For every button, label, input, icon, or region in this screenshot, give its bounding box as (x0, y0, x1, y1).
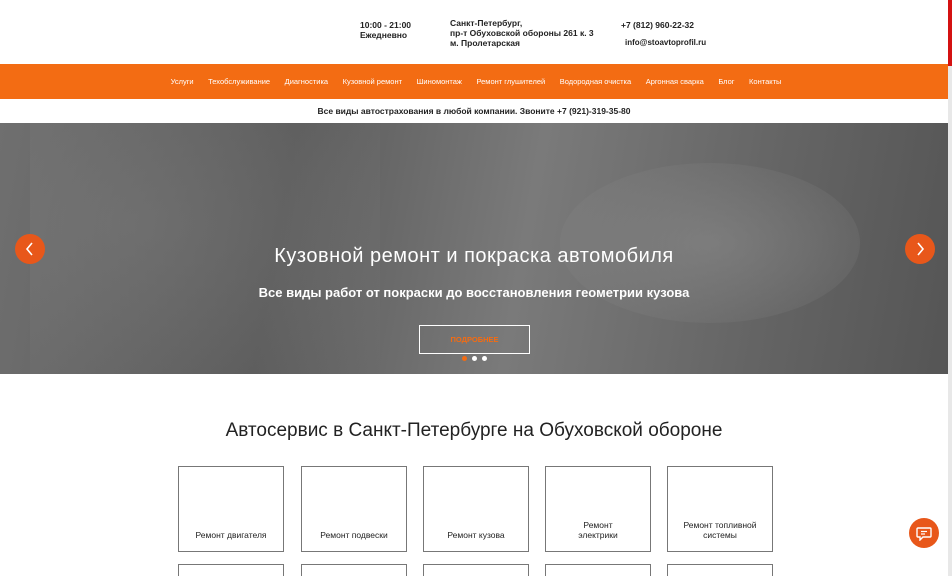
hero-subtitle: Все виды работ от покраски до восстановл… (258, 285, 690, 300)
top-header: 10:00 - 21:00 Ежедневно Санкт-Петербург,… (0, 0, 952, 64)
nav-item-services[interactable]: Услуги (171, 77, 194, 86)
service-card-fuel-system[interactable]: Ремонт топливной системы (667, 466, 773, 552)
service-card-label: Ремонт кузова (447, 530, 505, 540)
email-link[interactable]: info@stoavtoprofil.ru (625, 38, 706, 47)
slider-dot-3[interactable] (482, 356, 487, 361)
slider-dot-1[interactable] (462, 356, 467, 361)
nav-item-hydrogen-cleaning[interactable]: Водородная очистка (560, 77, 631, 86)
service-card-label: Ремонт электрики (578, 520, 618, 540)
phone-link[interactable]: +7 (812) 960-22-32 (621, 20, 694, 30)
service-card-row2-4[interactable] (545, 564, 651, 576)
nav-item-maintenance[interactable]: Техобслуживание (208, 77, 270, 86)
address-city: Санкт-Петербург, (450, 18, 523, 28)
service-card-row2-1[interactable] (178, 564, 284, 576)
address: Санкт-Петербург, пр-т Обуховской обороны… (450, 18, 594, 48)
service-card-suspension[interactable]: Ремонт подвески (301, 466, 407, 552)
service-card-engine[interactable]: Ремонт двигателя (178, 466, 284, 552)
service-card-row2-5[interactable] (667, 564, 773, 576)
chevron-left-icon (25, 242, 33, 256)
nav-item-tire-service[interactable]: Шиномонтаж (417, 77, 462, 86)
nav-item-diagnostics[interactable]: Диагностика (285, 77, 328, 86)
service-card-row2-2[interactable] (301, 564, 407, 576)
scrollbar-thumb[interactable] (948, 0, 952, 66)
chat-widget-button[interactable] (909, 518, 939, 548)
service-card-body[interactable]: Ремонт кузова (423, 466, 529, 552)
nav-item-contacts[interactable]: Контакты (749, 77, 781, 86)
service-card-electrics[interactable]: Ремонт электрики (545, 466, 651, 552)
service-card-label: Ремонт топливной системы (683, 520, 757, 540)
service-card-label: Ремонт подвески (320, 530, 388, 540)
working-hours: 10:00 - 21:00 Ежедневно (360, 20, 411, 40)
nav-item-argon-welding[interactable]: Аргонная сварка (646, 77, 704, 86)
hours-text: 10:00 - 21:00 (360, 20, 412, 30)
days-text: Ежедневно (360, 30, 408, 40)
slider-dot-2[interactable] (472, 356, 477, 361)
scrollbar-track[interactable] (948, 0, 952, 576)
nav-item-blog[interactable]: Блог (718, 77, 734, 86)
more-button[interactable]: ПОДРОБНЕЕ (419, 325, 530, 354)
address-metro: м. Пролетарская (450, 38, 520, 48)
slider-prev-button[interactable] (15, 234, 45, 264)
services-title: Автосервис в Санкт-Петербурге на Обуховс… (225, 420, 723, 441)
hero-title: Кузовной ремонт и покраска автомобиля (274, 245, 674, 267)
nav-item-body-repair[interactable]: Кузовной ремонт (343, 77, 402, 86)
service-card-row2-3[interactable] (423, 564, 529, 576)
nav-item-muffler-repair[interactable]: Ремонт глушителей (476, 77, 545, 86)
address-street: пр-т Обуховской обороны 261 к. 3 (450, 28, 594, 38)
slider-dots (462, 356, 487, 361)
promo-banner: Все виды автострахования в любой компани… (317, 106, 631, 116)
chevron-right-icon (917, 242, 925, 256)
chat-icon (916, 527, 932, 541)
main-nav: Услуги Техобслуживание Диагностика Кузов… (0, 64, 948, 99)
service-card-label: Ремонт двигателя (195, 530, 267, 540)
slider-next-button[interactable] (905, 234, 935, 264)
